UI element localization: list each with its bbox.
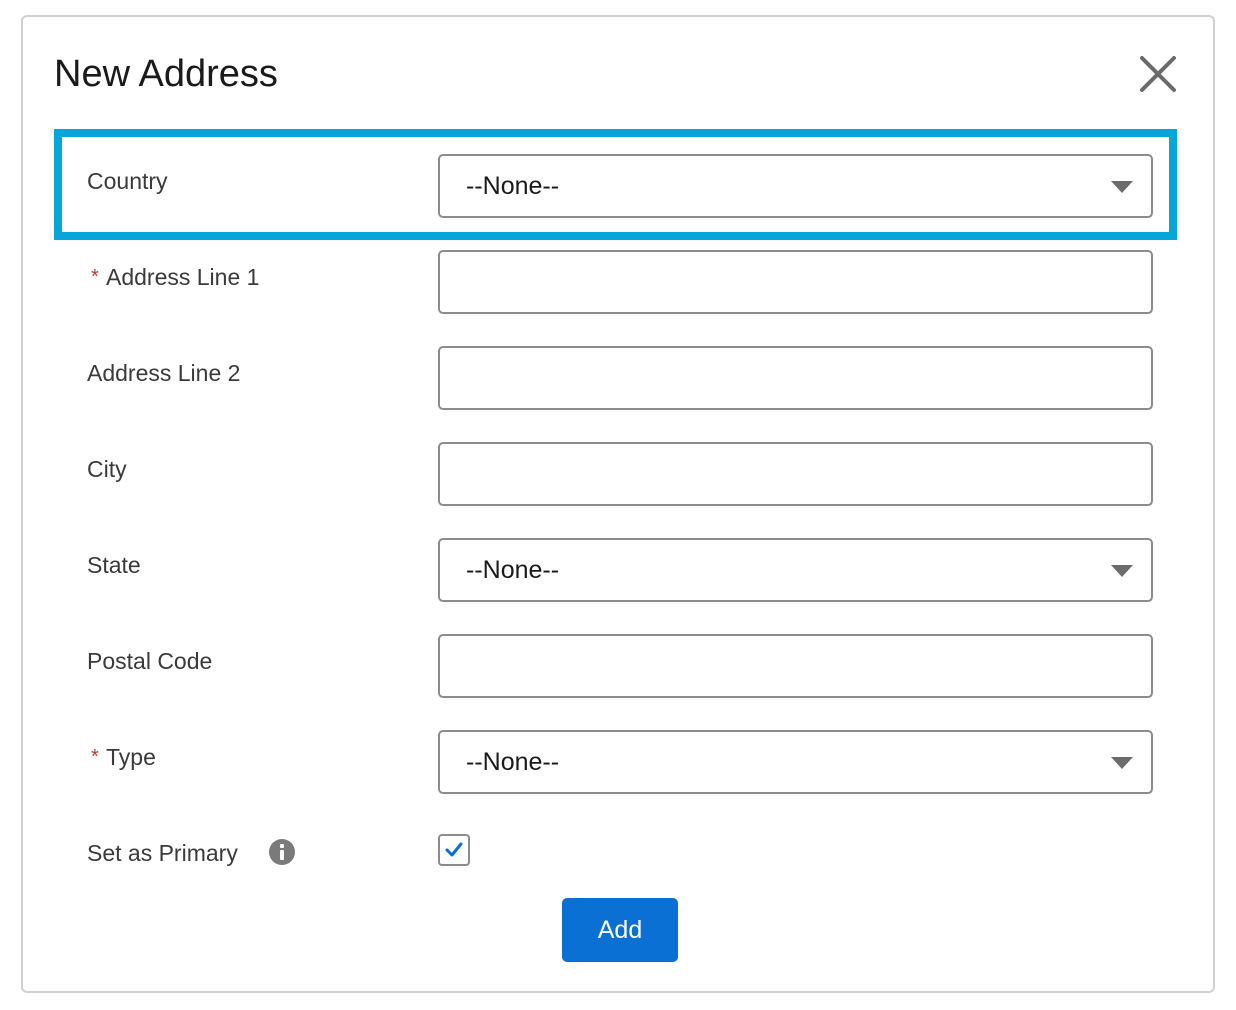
address-line-1-label: Address Line 1 xyxy=(106,264,260,290)
chevron-down-icon xyxy=(1111,757,1133,769)
type-select[interactable]: --None-- xyxy=(438,730,1153,794)
country-label: Country xyxy=(87,168,168,194)
close-icon xyxy=(1140,56,1176,92)
checkmark-icon xyxy=(445,842,463,857)
close-button[interactable] xyxy=(1138,54,1178,94)
chevron-down-icon xyxy=(1111,565,1133,577)
address-line-1-input[interactable] xyxy=(438,250,1153,314)
country-select-value: --None-- xyxy=(466,172,560,200)
type-select-value: --None-- xyxy=(466,748,560,776)
city-input[interactable] xyxy=(438,442,1153,506)
required-marker: * xyxy=(91,746,99,768)
set-as-primary-checkbox[interactable] xyxy=(438,834,470,866)
chevron-down-icon xyxy=(1111,181,1133,193)
state-label: State xyxy=(87,552,141,578)
state-select[interactable]: --None-- xyxy=(438,538,1153,602)
postal-code-label: Postal Code xyxy=(87,648,213,674)
postal-code-input[interactable] xyxy=(438,634,1153,698)
state-select-value: --None-- xyxy=(466,556,560,584)
required-marker: * xyxy=(91,266,99,288)
info-icon[interactable] xyxy=(269,839,295,865)
address-line-2-input[interactable] xyxy=(438,346,1153,410)
type-label: Type xyxy=(106,744,156,770)
city-label: City xyxy=(87,456,127,482)
add-button[interactable]: Add xyxy=(562,898,678,962)
set-as-primary-label: Set as Primary xyxy=(87,840,238,866)
modal-title: New Address xyxy=(54,53,278,95)
country-select[interactable]: --None-- xyxy=(438,154,1153,218)
address-line-2-label: Address Line 2 xyxy=(87,360,241,386)
